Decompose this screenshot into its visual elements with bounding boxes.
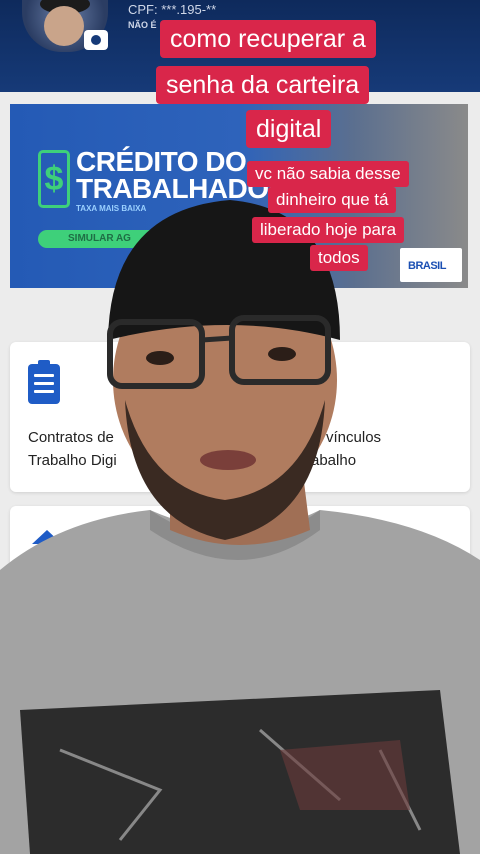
caption-line-2: senha da carteira <box>156 66 370 104</box>
caption-sub-line-2: dinheiro que tá <box>268 187 397 213</box>
card-right-line2: rabalho <box>306 452 357 469</box>
caption-line-1: como recuperar a <box>160 20 376 58</box>
card-right-line1: os vínculos <box>306 429 382 446</box>
avatar-face <box>44 6 84 46</box>
caption-sub-line-3: liberado hoje para <box>252 217 405 243</box>
dollar-icon: $ <box>38 150 70 208</box>
credito-trabalhador-banner[interactable]: $ CRÉDITO DO TRABALHADOR TAXA MAIS BAIXA… <box>10 104 468 288</box>
cpf-text: CPF: ***.195-** <box>128 2 217 17</box>
upload-icon <box>32 530 62 564</box>
card-title-left: Contratos de Trabalho Digi <box>28 426 117 472</box>
status-text: NÃO É <box>128 20 157 30</box>
camera-icon[interactable] <box>84 30 108 50</box>
logo-text: BRASIL <box>408 260 446 272</box>
banner-subtitle: TAXA MAIS BAIXA <box>76 204 147 213</box>
card-line1: Contratos de <box>28 429 114 446</box>
caption-line-3: digital <box>246 110 332 148</box>
clipboard-icon <box>28 360 60 404</box>
simular-button[interactable]: SIMULAR AG <box>38 230 228 248</box>
second-card[interactable] <box>10 506 470 626</box>
card-title-right: os vínculos rabalho <box>306 426 381 472</box>
government-logo: BRASIL <box>400 248 462 282</box>
caption-sub-line-1: vc não sabia desse <box>247 161 409 187</box>
contratos-card[interactable]: Contratos de Trabalho Digi os vínculos r… <box>10 342 470 492</box>
card-line2: Trabalho Digi <box>28 452 117 469</box>
caption-sub-line-4: todos <box>310 245 368 271</box>
